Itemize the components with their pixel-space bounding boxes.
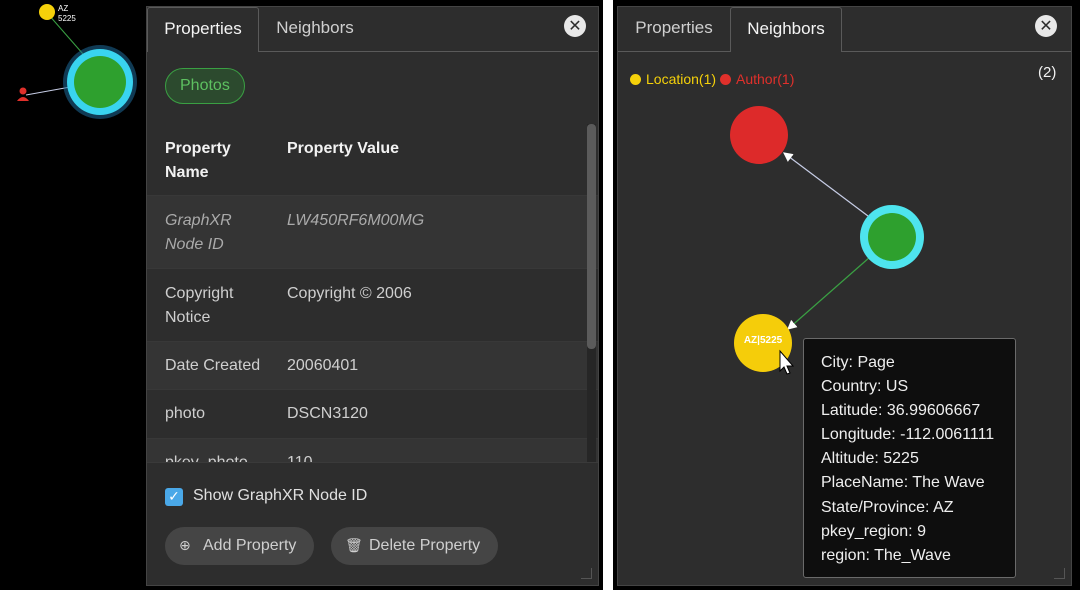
tab-neighbors[interactable]: Neighbors (259, 7, 371, 51)
author-dot-icon (720, 74, 731, 85)
table-header: Property Name Property Value (147, 124, 598, 196)
legend-location-label: Location(1) (646, 71, 717, 87)
tooltip-line: Country: US (821, 378, 909, 396)
tooltip-line: Altitude: 5225 (821, 450, 919, 468)
selected-node[interactable] (868, 213, 916, 261)
show-node-id-checkbox[interactable]: ✓ (165, 488, 183, 506)
author-node-icon[interactable] (17, 87, 29, 102)
resize-handle-icon[interactable] (1054, 568, 1065, 579)
properties-panel: Properties Neighbors ✕ Photos Property N… (146, 6, 599, 586)
panel-tabs: Properties Neighbors (147, 7, 598, 52)
location-dot-icon (630, 74, 641, 85)
author-node[interactable] (730, 106, 788, 164)
tooltip-line: Latitude: 36.99606667 (821, 402, 981, 420)
table-row[interactable]: photo DSCN3120 (147, 390, 598, 439)
trash-icon: 🗑 (345, 538, 363, 554)
tooltip-line: City: Page (821, 354, 895, 371)
legend-location[interactable]: Location(1) (630, 71, 716, 87)
category-chip[interactable]: Photos (165, 68, 245, 104)
tooltip-line: State/Province: AZ (821, 498, 954, 516)
table-scrollbar[interactable] (587, 124, 596, 462)
location-node-label-2: 5225 (58, 14, 76, 23)
property-name: GraphXR Node ID (165, 212, 232, 253)
tooltip-line: region: The_Wave (821, 546, 951, 564)
screenshot-divider (603, 0, 613, 590)
delete-property-label: Delete Property (369, 537, 481, 554)
property-value: Copyright © 2006 (287, 285, 412, 302)
plus-circle-icon: ⊕ (179, 538, 191, 554)
tab-properties[interactable]: Properties (618, 7, 730, 51)
property-name: Copyright Notice (165, 285, 234, 326)
close-icon[interactable]: ✕ (564, 15, 586, 37)
legend-author[interactable]: Author(1) (720, 71, 794, 87)
tab-properties[interactable]: Properties (147, 7, 259, 52)
property-name: pkey_photo (165, 451, 273, 462)
table-row[interactable]: Copyright Notice Copyright © 2006 (147, 269, 598, 342)
edge-to-location (787, 256, 871, 330)
header-property-value: Property Value (287, 140, 400, 157)
graph-canvas[interactable]: AZ 5225 (0, 0, 146, 160)
panel-tabs: Properties Neighbors (618, 7, 1071, 52)
delete-property-button[interactable]: 🗑 Delete Property (331, 527, 498, 565)
property-value: LW450RF6M00MG (287, 212, 425, 229)
tab-neighbors[interactable]: Neighbors (730, 7, 842, 52)
neighbors-panel: Properties Neighbors ✕ Location(1) Autho… (617, 6, 1072, 586)
add-property-label: Add Property (203, 537, 297, 554)
panel-footer: ✓ Show GraphXR Node ID ⊕ Add Property 🗑 … (147, 462, 598, 585)
header-property-name: Property Name (165, 140, 231, 181)
property-value: 110 (287, 451, 587, 462)
tooltip-line: Longitude: -112.0061111 (821, 426, 995, 444)
property-value: DSCN3120 (287, 405, 368, 422)
location-node-label: AZ|5225 (744, 335, 783, 346)
table-row[interactable]: pkey_photo 110 (147, 439, 598, 462)
edge-to-author (783, 152, 869, 217)
table-row[interactable]: Date Created 20060401 (147, 342, 598, 390)
properties-table: Property Name Property Value GraphXR Nod… (147, 124, 598, 462)
show-node-id-label: Show GraphXR Node ID (193, 487, 368, 504)
property-name: Date Created (165, 357, 261, 374)
scrollbar-thumb[interactable] (587, 124, 596, 349)
add-property-button[interactable]: ⊕ Add Property (165, 527, 314, 565)
location-node-label-1: AZ (58, 4, 68, 13)
node-tooltip: City: Page Country: US Latitude: 36.9960… (803, 338, 1016, 578)
resize-handle-icon[interactable] (581, 568, 592, 579)
property-name: photo (165, 405, 206, 422)
close-icon[interactable]: ✕ (1035, 15, 1057, 37)
tooltip-line: pkey_region: 9 (821, 522, 926, 540)
neighbor-count: (2) (1038, 64, 1057, 81)
property-value: 20060401 (287, 357, 359, 374)
table-row[interactable]: GraphXR Node ID LW450RF6M00MG (147, 196, 598, 269)
tooltip-line: PlaceName: The Wave (821, 474, 985, 492)
location-node[interactable] (39, 4, 55, 20)
legend-author-label: Author(1) (736, 71, 795, 87)
selected-node[interactable] (74, 56, 126, 108)
